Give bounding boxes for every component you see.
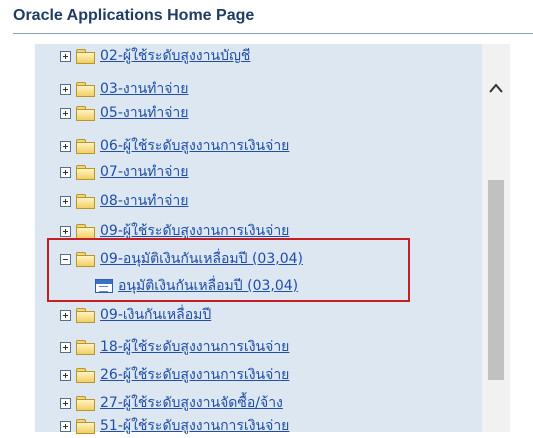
tree-folder-link[interactable]: 09-ผู้ใช้ระดับสูงงานการเงินจ่าย	[100, 220, 289, 242]
expand-icon[interactable]	[60, 83, 71, 95]
expand-icon[interactable]	[60, 225, 71, 237]
title-divider	[13, 33, 533, 34]
tree-folder-link[interactable]: 27-ผู้ใช้ระดับสูงงานจัดซื้อ/จ้าง	[100, 392, 283, 414]
tree-folder-row: 18-ผู้ใช้ระดับสูงงานการเงินจ่าย	[60, 335, 289, 359]
tree-folder-link[interactable]: 02-ผู้ใช้ระดับสูงงานบัญชี	[100, 45, 250, 67]
expand-icon[interactable]	[60, 166, 71, 178]
tree-folder-row: 09-ผู้ใช้ระดับสูงงานการเงินจ่าย	[60, 219, 289, 243]
scroll-up-button[interactable]	[482, 76, 510, 100]
tree-folder-link[interactable]: 07-งานทำจ่าย	[100, 161, 189, 183]
tree-folder-row: 06-ผู้ใช้ระดับสูงงานการเงินจ่าย	[60, 134, 289, 158]
tree-folder-row: 26-ผู้ใช้ระดับสูงงานการเงินจ่าย	[60, 363, 289, 387]
tree-folder-row: 03-งานทำจ่าย	[60, 77, 189, 101]
tree-function-link[interactable]: อนุมัติเงินกันเหลื่อมปี (03,04)	[118, 275, 298, 297]
vertical-scrollbar[interactable]	[482, 44, 510, 432]
tree-folder-link[interactable]: 05-งานทำจ่าย	[100, 102, 189, 124]
expand-icon[interactable]	[60, 195, 71, 207]
folder-icon	[76, 339, 95, 355]
tree-folder-link[interactable]: 03-งานทำจ่าย	[100, 78, 189, 100]
expand-icon[interactable]	[60, 341, 71, 353]
form-function-icon	[95, 279, 113, 293]
tree-folder-row: 02-ผู้ใช้ระดับสูงงานบัญชี	[60, 44, 250, 68]
tree-folder-row: 05-งานทำจ่าย	[60, 101, 189, 125]
tree-folder-row: 08-งานทำจ่าย	[60, 189, 189, 213]
folder-icon	[76, 367, 95, 383]
expand-icon[interactable]	[60, 309, 71, 321]
tree-folder-link[interactable]: 51-ผู้ใช้ระดับสูงงานการเงินจ่าย	[100, 415, 289, 437]
folder-icon	[76, 193, 95, 209]
folder-icon	[76, 251, 95, 267]
expand-icon[interactable]	[60, 107, 71, 119]
folder-icon	[76, 395, 95, 411]
tree-folder-row: 09-เงินกันเหลื่อมปี	[60, 303, 211, 327]
tree-function-row: อนุมัติเงินกันเหลื่อมปี (03,04)	[95, 274, 298, 298]
tree-folder-row-expanded: 09-อนุมัติเงินกันเหลื่อมปี (03,04)	[60, 247, 303, 271]
folder-icon	[76, 418, 95, 434]
folder-icon	[76, 81, 95, 97]
tree-folder-row: 07-งานทำจ่าย	[60, 160, 189, 184]
tree-folder-link[interactable]: 18-ผู้ใช้ระดับสูงงานการเงินจ่าย	[100, 336, 289, 358]
tree-folder-link[interactable]: 26-ผู้ใช้ระดับสูงงานการเงินจ่าย	[100, 364, 289, 386]
expand-icon[interactable]	[60, 397, 71, 409]
expand-icon[interactable]	[60, 50, 71, 62]
tree-folder-link[interactable]: 06-ผู้ใช้ระดับสูงงานการเงินจ่าย	[100, 135, 289, 157]
expand-icon[interactable]	[60, 420, 71, 432]
tree-folder-link[interactable]: 09-อนุมัติเงินกันเหลื่อมปี (03,04)	[100, 248, 303, 270]
folder-icon	[76, 138, 95, 154]
expand-icon[interactable]	[60, 140, 71, 152]
folder-icon	[76, 307, 95, 323]
chevron-up-icon	[489, 83, 503, 93]
page-title: Oracle Applications Home Page	[13, 7, 255, 24]
tree-folder-row: 27-ผู้ใช้ระดับสูงงานจัดซื้อ/จ้าง	[60, 391, 283, 415]
scrollbar-thumb[interactable]	[488, 180, 504, 380]
expand-icon[interactable]	[60, 369, 71, 381]
folder-icon	[76, 105, 95, 121]
folder-icon	[76, 48, 95, 64]
tree-folder-link[interactable]: 08-งานทำจ่าย	[100, 190, 189, 212]
tree-folder-link[interactable]: 09-เงินกันเหลื่อมปี	[100, 304, 211, 326]
folder-icon	[76, 164, 95, 180]
collapse-icon[interactable]	[60, 253, 71, 265]
tree-folder-row: 51-ผู้ใช้ระดับสูงงานการเงินจ่าย	[60, 414, 289, 438]
folder-icon	[76, 223, 95, 239]
